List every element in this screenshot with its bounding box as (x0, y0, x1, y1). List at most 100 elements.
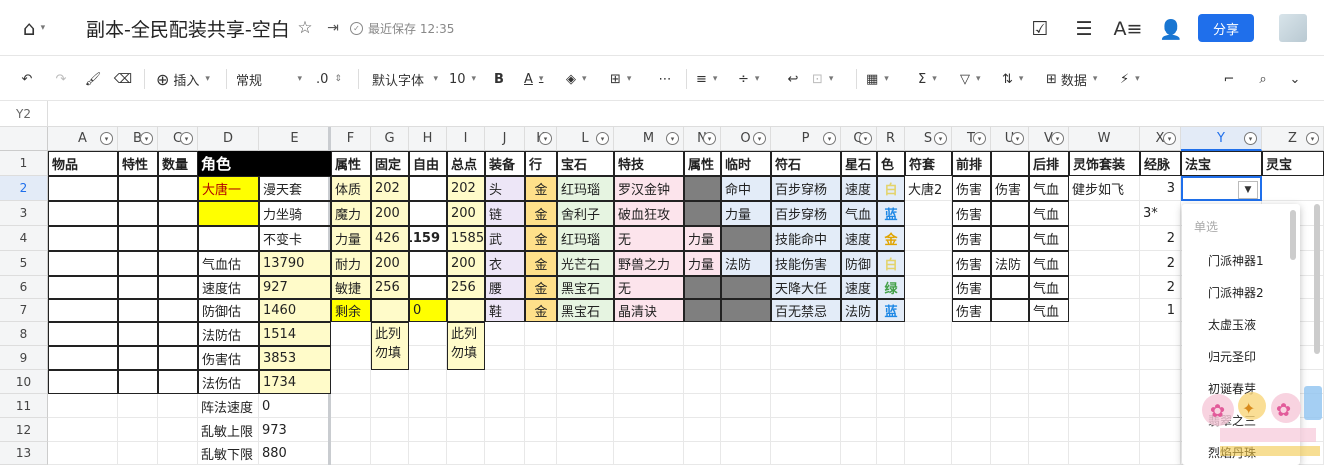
column-header-z[interactable]: Z ▾ (1262, 127, 1324, 151)
column-header-x[interactable]: X ▾ (1140, 127, 1181, 151)
sort-button[interactable]: ⇅ ▾ (1002, 67, 1023, 91)
attr2-cell[interactable] (684, 201, 721, 226)
dropdown-option[interactable]: 归元圣印 (1208, 348, 1256, 365)
temp-cell[interactable]: 命中 (721, 176, 771, 201)
column-header-q[interactable]: Q▾ (841, 127, 877, 151)
front-row-cell[interactable]: 伤害 (952, 201, 991, 226)
limit-value[interactable]: 973 (259, 418, 331, 442)
meridian-cell[interactable]: 2 (1140, 276, 1181, 299)
attr-name[interactable]: 魔力 (331, 201, 371, 226)
limit-label[interactable]: 乱敏上限 (198, 418, 259, 442)
back-row-cell[interactable]: 气血 (1029, 201, 1069, 226)
rune-set-cell[interactable] (905, 276, 952, 299)
attr-free[interactable] (409, 276, 447, 299)
data-button[interactable]: ⊞ 数据 ▾ (1046, 67, 1097, 91)
estimate-label[interactable]: 法防估 (198, 322, 259, 346)
item-cell[interactable] (118, 226, 158, 251)
align-button[interactable]: ≡ ▾ (696, 67, 717, 91)
meridian-cell[interactable]: 1 (1140, 299, 1181, 322)
dropdown-scrollbar[interactable] (1290, 210, 1296, 260)
header-cell-i[interactable]: 总点 (447, 151, 485, 176)
back-row-cell[interactable]: 气血 (1029, 176, 1069, 201)
fill-color-button[interactable]: ◈ ▾ (566, 67, 587, 91)
attr2-cell[interactable] (684, 299, 721, 322)
attr-name[interactable]: 力量 (331, 226, 371, 251)
item-cell[interactable] (48, 226, 118, 251)
item-cell[interactable] (48, 370, 118, 394)
color-cell[interactable]: 白 (877, 251, 905, 276)
item-cell[interactable] (48, 251, 118, 276)
estimate-value[interactable]: 1460 (259, 299, 331, 322)
font-size-select[interactable]: 10 ▾ (449, 67, 476, 91)
redo-icon[interactable]: ↷ (50, 67, 72, 91)
estimate-value[interactable]: 927 (259, 276, 331, 299)
header-cell-y[interactable]: 法宝 (1181, 151, 1262, 176)
estimate-label[interactable]: 防御估 (198, 299, 259, 322)
star-stone-cell[interactable]: 速度 (841, 176, 877, 201)
decimal-stepper[interactable]: .0 ⇕ (316, 67, 342, 91)
text-color-button[interactable]: A ▾ (524, 67, 543, 91)
role-name-cell[interactable]: 大唐一 (198, 176, 259, 201)
dropdown-option[interactable]: 门派神器2 (1208, 284, 1264, 301)
role-set-cell[interactable]: 漫天套 (259, 176, 331, 201)
header-cell-a[interactable]: 物品 (48, 151, 118, 176)
color-cell[interactable]: 绿 (877, 276, 905, 299)
skill-cell[interactable]: 无 (614, 226, 684, 251)
header-cell-b[interactable]: 特性 (118, 151, 158, 176)
more-icon[interactable]: ⋯ (654, 67, 676, 91)
attr-fixed[interactable]: 200 (371, 201, 409, 226)
equip-slot[interactable]: 鞋 (485, 299, 525, 322)
front-row-extra-cell[interactable] (991, 226, 1029, 251)
front-row-extra-cell[interactable]: 伤害 (991, 176, 1029, 201)
attr-fixed[interactable]: 426 (371, 226, 409, 251)
star-stone-cell[interactable]: 速度 (841, 276, 877, 299)
column-header-r[interactable]: R (877, 127, 905, 151)
skill-cell[interactable]: 晶清诀 (614, 299, 684, 322)
meridian-cell[interactable]: 2 (1140, 226, 1181, 251)
column-filter-icon[interactable]: ▾ (973, 132, 986, 145)
estimate-label[interactable]: 伤害估 (198, 346, 259, 370)
header-cell-n[interactable]: 属性 (684, 151, 721, 176)
undo-icon[interactable]: ↶ (16, 67, 38, 91)
equip-slot[interactable]: 腰 (485, 276, 525, 299)
column-header-b[interactable]: B ▾ (118, 127, 158, 151)
script-button[interactable]: ⚡ ▾ (1120, 67, 1140, 91)
home-icon[interactable]: ⌂ ▾ (14, 16, 54, 40)
column-header-u[interactable]: U ▾ (991, 127, 1029, 151)
rune-cell[interactable]: 百步穿杨 (771, 176, 841, 201)
skill-cell[interactable]: 罗汉金钟 (614, 176, 684, 201)
insert-button[interactable]: ⊕ 插入 ▾ (156, 67, 210, 91)
vertical-align-button[interactable]: ÷ ▾ (738, 67, 759, 91)
meridian-cell[interactable]: 3 (1140, 176, 1181, 201)
dropdown-arrow-button[interactable]: ▼ (1238, 181, 1258, 199)
column-header-c[interactable]: C ▾ (158, 127, 198, 151)
format-painter-icon[interactable]: 🖌 (82, 67, 104, 91)
estimate-value[interactable]: 13790 (259, 251, 331, 276)
header-cell-r[interactable]: 色 (877, 151, 905, 176)
equip-slot[interactable]: 衣 (485, 251, 525, 276)
header-cell-l[interactable]: 宝石 (557, 151, 614, 176)
estimate-label[interactable]: 气血估 (198, 251, 259, 276)
temp-cell[interactable] (721, 276, 771, 299)
row-header-9[interactable]: 9 (0, 346, 48, 370)
row-header-2[interactable]: 2 (0, 176, 48, 201)
attr2-cell[interactable] (684, 176, 721, 201)
attr-total[interactable]: 202 (447, 176, 485, 201)
row-header-3[interactable]: 3 (0, 201, 48, 226)
item-cell[interactable] (48, 322, 118, 346)
column-filter-icon[interactable]: ▾ (539, 132, 552, 145)
dropdown-option[interactable]: 门派神器1 (1208, 252, 1264, 269)
column-header-e[interactable]: E (259, 127, 331, 151)
ornament-set-cell[interactable] (1069, 276, 1140, 299)
item-cell[interactable] (158, 201, 198, 226)
header-cell-w[interactable]: 灵饰套装 (1069, 151, 1140, 176)
equip-slot[interactable]: 武 (485, 226, 525, 251)
front-row-extra-cell[interactable] (991, 299, 1029, 322)
star-icon[interactable]: ☆ (294, 17, 316, 39)
eraser-icon[interactable]: ⌫ (112, 67, 134, 91)
skill-cell[interactable]: 野兽之力 (614, 251, 684, 276)
item-cell[interactable] (118, 276, 158, 299)
column-filter-icon[interactable]: ▾ (596, 132, 609, 145)
back-row-cell[interactable]: 气血 (1029, 251, 1069, 276)
role-card-cell[interactable]: 不变卡 (259, 226, 331, 251)
